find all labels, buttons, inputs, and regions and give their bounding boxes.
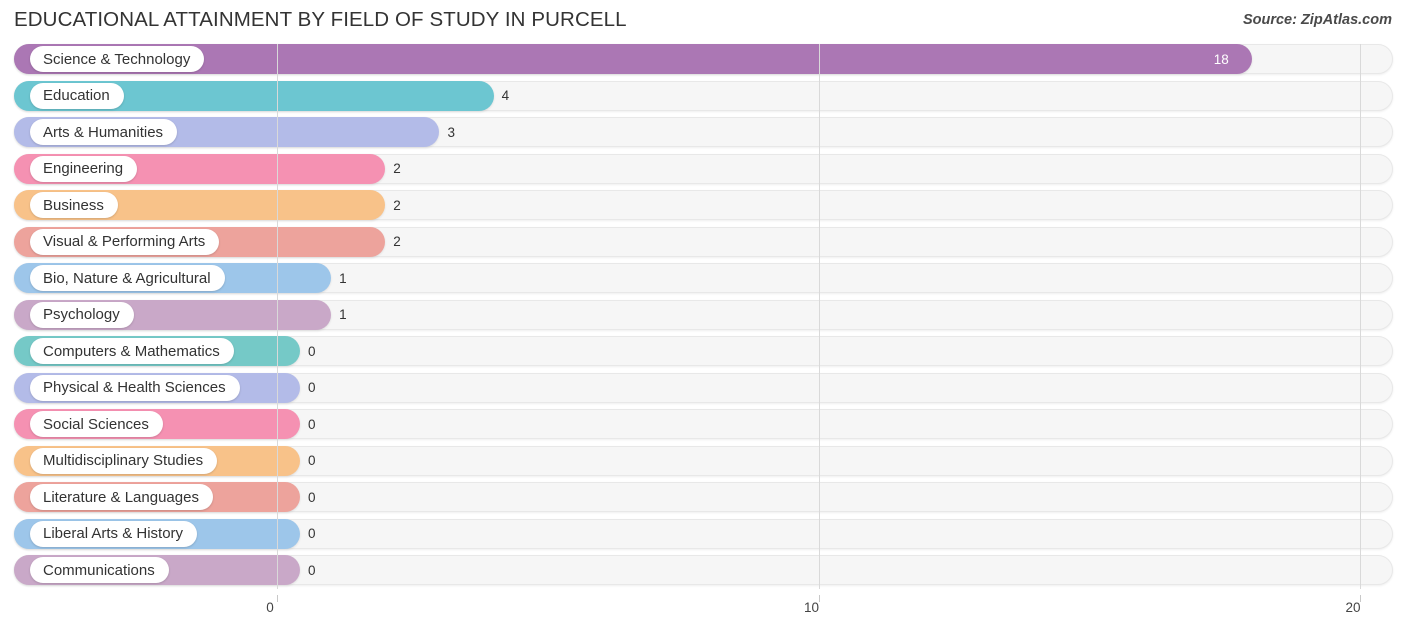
category-label: Physical & Health Sciences bbox=[43, 379, 226, 396]
source-attribution: Source: ZipAtlas.com bbox=[1242, 12, 1392, 28]
category-label: Science & Technology bbox=[43, 50, 191, 68]
x-axis: 0 10 20 bbox=[0, 595, 1406, 631]
category-label-pill: Visual & Performing Arts bbox=[30, 228, 220, 255]
category-label: Business bbox=[43, 196, 104, 214]
category-label-pill: Engineering bbox=[30, 155, 138, 182]
category-label-pill: Arts & Humanities bbox=[30, 119, 178, 145]
bar-row[interactable]: Psychology 1 bbox=[0, 299, 1406, 330]
chart-header: EDUCATIONAL ATTAINMENT BY FIELD OF STUDY… bbox=[0, 0, 1406, 44]
bar-value-label: 0 bbox=[308, 343, 316, 359]
category-label: Communications bbox=[43, 561, 155, 579]
bar-row[interactable]: Arts & Humanities 3 bbox=[0, 117, 1406, 147]
bar-row[interactable]: Multidisciplinary Studies 0 bbox=[0, 445, 1406, 476]
axis-tick bbox=[277, 595, 278, 602]
bar-value-label: 4 bbox=[501, 88, 510, 103]
chart-plot-area: Science & Technology 18 Education 4 Arts & H… bbox=[0, 44, 1406, 595]
bar-value-label: 0 bbox=[308, 562, 316, 578]
bar-row[interactable]: Science & Technology 18 bbox=[0, 44, 1406, 74]
category-label-pill: Education bbox=[30, 82, 124, 109]
page-title: EDUCATIONAL ATTAINMENT BY FIELD OF STUDY… bbox=[14, 8, 627, 31]
bar-value-label: 0 bbox=[308, 416, 316, 432]
bar-row[interactable]: Business 2 bbox=[0, 190, 1406, 220]
category-label: Computers & Mathematics bbox=[43, 342, 220, 360]
bar-value-label: 2 bbox=[393, 161, 401, 176]
bar-row[interactable]: Liberal Arts & History 0 bbox=[0, 518, 1406, 549]
category-label-pill: Bio, Nature & Agricultural bbox=[30, 265, 225, 291]
bar-value-label: 1 bbox=[339, 270, 347, 286]
bar-row[interactable]: Engineering 2 bbox=[0, 153, 1406, 184]
category-label: Liberal Arts & History bbox=[43, 525, 184, 542]
bar-value-label: 0 bbox=[308, 380, 316, 395]
category-label-pill: Business bbox=[30, 192, 118, 218]
category-label: Multidisciplinary Studies bbox=[43, 452, 204, 469]
category-label-pill: Communications bbox=[30, 557, 169, 583]
category-label: Psychology bbox=[43, 306, 120, 323]
bar-value-label: 0 bbox=[308, 453, 316, 468]
category-label: Bio, Nature & Agricultural bbox=[43, 269, 211, 287]
bar-value-label: 2 bbox=[393, 197, 401, 213]
category-label-pill: Psychology bbox=[30, 301, 134, 328]
category-label-pill: Science & Technology bbox=[30, 46, 205, 72]
bar-row[interactable]: Bio, Nature & Agricultural 1 bbox=[0, 263, 1406, 293]
bar-value-label: 3 bbox=[447, 124, 455, 140]
category-label: Education bbox=[43, 87, 110, 104]
axis-tick-label: 10 bbox=[803, 600, 820, 615]
category-label: Arts & Humanities bbox=[43, 123, 164, 141]
bar-value-label: 2 bbox=[393, 234, 401, 249]
category-label-pill: Social Sciences bbox=[30, 411, 163, 437]
category-label: Social Sciences bbox=[43, 415, 149, 433]
category-label-pill: Physical & Health Sciences bbox=[30, 374, 240, 401]
bar-value-label: 0 bbox=[308, 526, 316, 541]
bar-value-label: 0 bbox=[308, 489, 316, 505]
category-label: Literature & Languages bbox=[43, 488, 199, 506]
bar-row[interactable]: Computers & Mathematics 0 bbox=[0, 336, 1406, 366]
category-label: Visual & Performing Arts bbox=[43, 233, 206, 250]
bar-row[interactable]: Education 4 bbox=[0, 80, 1406, 111]
axis-tick-label: 0 bbox=[266, 600, 274, 615]
bar-value-label: 18 bbox=[1213, 51, 1229, 67]
axis-tick-label: 20 bbox=[1345, 600, 1361, 615]
bar-row[interactable]: Physical & Health Sciences 0 bbox=[0, 372, 1406, 403]
bar-row[interactable]: Communications 0 bbox=[0, 555, 1406, 585]
bar-value-label: 1 bbox=[339, 307, 347, 322]
bar-row[interactable]: Social Sciences 0 bbox=[0, 409, 1406, 439]
category-label-pill: Literature & Languages bbox=[30, 484, 213, 510]
category-label-pill: Liberal Arts & History bbox=[30, 520, 198, 547]
bar-row[interactable]: Literature & Languages 0 bbox=[0, 482, 1406, 512]
category-label-pill: Computers & Mathematics bbox=[30, 338, 234, 364]
bar-rows: Science & Technology 18 Education 4 Arts & H… bbox=[0, 44, 1406, 592]
category-label: Engineering bbox=[43, 160, 124, 177]
bar-row[interactable]: Visual & Performing Arts 2 bbox=[0, 226, 1406, 257]
category-label-pill: Multidisciplinary Studies bbox=[30, 447, 218, 474]
